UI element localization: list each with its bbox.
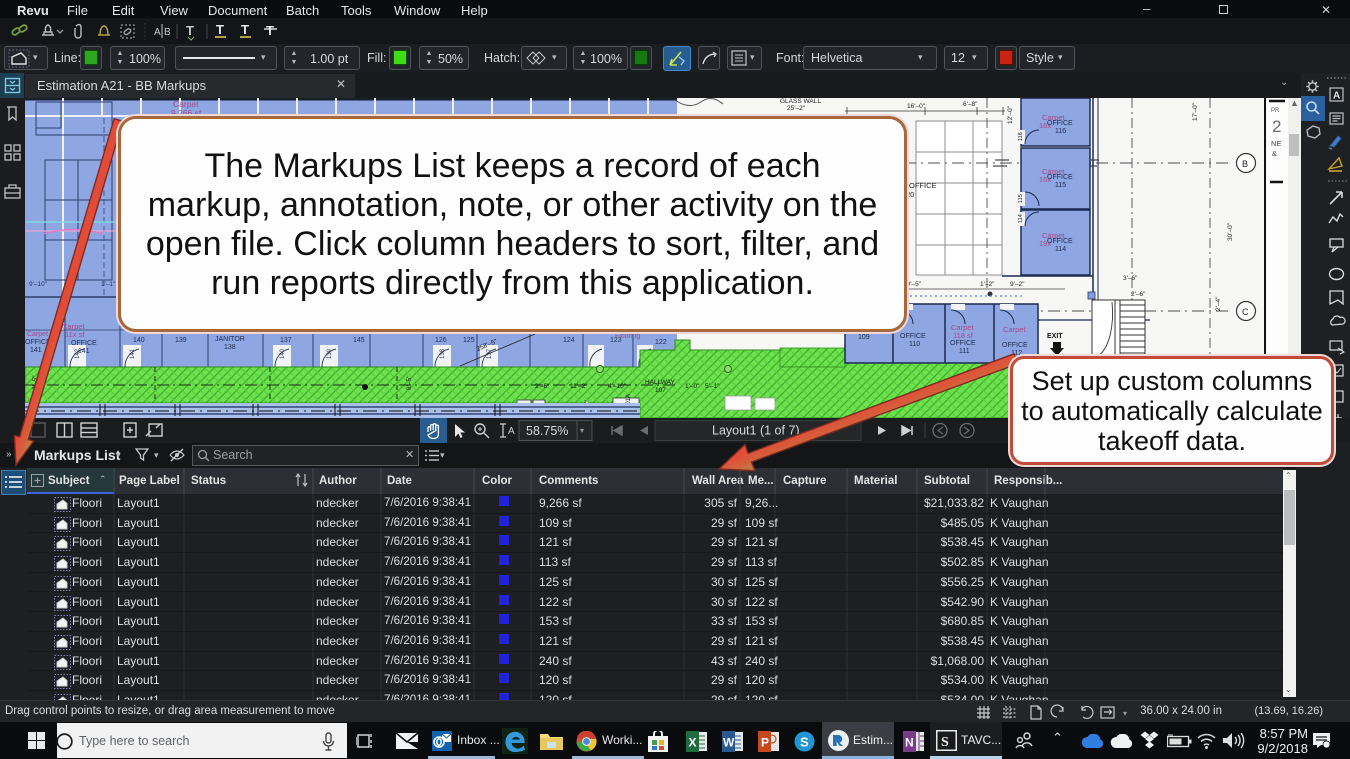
svg-text:OFFICE: OFFICE	[1047, 174, 1073, 181]
svg-text:107: 107	[655, 387, 666, 394]
svg-text:A: A	[1333, 91, 1340, 102]
svg-text:JANITOR: JANITOR	[215, 336, 245, 343]
svg-text:8'–5": 8'–5"	[406, 375, 413, 390]
svg-text:111: 111	[959, 348, 970, 355]
svg-text:11'–2": 11'–2"	[570, 383, 588, 390]
svg-text:11x sf: 11x sf	[65, 330, 85, 339]
svg-text:12'–0": 12'–0"	[1007, 105, 1014, 124]
svg-text:T: T	[241, 22, 249, 37]
svg-text:W: W	[723, 736, 735, 750]
svg-text:A: A	[154, 27, 161, 38]
svg-text:HALLWAY: HALLWAY	[645, 379, 676, 386]
svg-text:1'–1": 1'–1"	[101, 281, 116, 288]
svg-text:115: 115	[1055, 182, 1066, 189]
svg-text:5'–1": 5'–1"	[705, 383, 720, 390]
svg-text:4'–10": 4'–10"	[608, 383, 627, 390]
svg-text:139: 139	[175, 337, 187, 344]
svg-text:138: 138	[440, 348, 446, 359]
svg-text:Carpet: Carpet	[1003, 325, 1026, 334]
svg-text:S: S	[941, 735, 949, 750]
svg-text:PR: PR	[1271, 108, 1280, 114]
svg-text:3'–6": 3'–6"	[1123, 275, 1138, 282]
svg-text:C: C	[1242, 307, 1249, 317]
svg-text:8'–5": 8'–5"	[32, 375, 39, 390]
svg-text:T: T	[266, 23, 274, 38]
svg-text:OFFICE: OFFICE	[900, 333, 926, 340]
svg-text:S: S	[800, 735, 809, 750]
svg-text:116: 116	[1018, 132, 1024, 141]
svg-text:EXIT: EXIT	[1047, 333, 1063, 340]
svg-text:T: T	[216, 22, 224, 37]
svg-text:115: 115	[1018, 194, 1024, 203]
svg-text:116: 116	[1055, 128, 1066, 135]
svg-text:126: 126	[435, 337, 447, 344]
svg-text:30'–0": 30'–0"	[1227, 222, 1234, 241]
svg-text:OFFICE: OFFICE	[1047, 120, 1073, 127]
svg-text:NE: NE	[1271, 139, 1281, 148]
svg-text:X: X	[689, 736, 697, 750]
svg-text:118 sf: 118 sf	[953, 331, 974, 340]
svg-text:Flooring: Flooring	[615, 333, 640, 340]
svg-text:OFFICE: OFFICE	[25, 339, 51, 346]
svg-text:2: 2	[1272, 117, 1281, 136]
svg-text:OFFICE: OFFICE	[71, 340, 97, 347]
svg-text:58.75%: 58.75%	[526, 424, 568, 438]
svg-text:▾: ▾	[580, 426, 584, 435]
svg-text:17'–0": 17'–0"	[1192, 102, 1199, 121]
svg-text:20: 20	[906, 190, 914, 199]
svg-text:A: A	[508, 426, 515, 437]
svg-text:141: 141	[78, 348, 90, 355]
svg-text:140: 140	[133, 337, 145, 344]
svg-text:OFFICE: OFFICE	[1002, 342, 1028, 349]
svg-text:2'–6": 2'–6"	[1131, 291, 1146, 298]
svg-text:145: 145	[353, 337, 365, 344]
svg-text:140: 140	[280, 348, 286, 359]
svg-text:1'–2": 1'–2"	[980, 281, 995, 288]
svg-text:110: 110	[909, 341, 920, 348]
svg-text:16'–0": 16'–0"	[907, 103, 926, 110]
svg-text:Carpet: Carpet	[27, 331, 48, 338]
svg-text:Layout1 (1 of 7): Layout1 (1 of 7)	[712, 424, 800, 438]
svg-text:T: T	[186, 23, 194, 38]
svg-text:2'–4": 2'–4"	[1215, 296, 1222, 311]
svg-text:114: 114	[1018, 214, 1024, 223]
svg-text:OFFICE: OFFICE	[909, 181, 937, 190]
svg-text:▾: ▾	[1123, 709, 1127, 718]
svg-text:2'–6": 2'–6"	[535, 383, 550, 390]
svg-text:1'–0": 1'–0"	[685, 383, 700, 390]
svg-text:OFFICE: OFFICE	[950, 340, 976, 347]
svg-text:P: P	[761, 736, 769, 750]
svg-text:&: &	[1272, 149, 1277, 158]
svg-text:141: 141	[30, 347, 42, 354]
svg-text:125: 125	[463, 337, 475, 344]
svg-text:B: B	[1242, 159, 1248, 169]
svg-text:138: 138	[224, 344, 236, 351]
svg-text:109: 109	[858, 334, 870, 341]
svg-text:9'–10": 9'–10"	[29, 281, 48, 288]
svg-text:137: 137	[280, 337, 292, 344]
svg-text:OFFICE: OFFICE	[1047, 238, 1073, 245]
svg-text:B: B	[164, 27, 171, 38]
svg-text:124: 124	[563, 337, 575, 344]
svg-text:139: 139	[327, 348, 333, 359]
svg-text:25'–2": 25'–2"	[787, 105, 806, 112]
svg-text:N: N	[905, 736, 914, 750]
svg-text:9'–2": 9'–2"	[1010, 281, 1025, 288]
svg-text:6'–8": 6'–8"	[963, 101, 978, 108]
svg-text:GLASS WALL: GLASS WALL	[780, 98, 821, 105]
svg-text:122: 122	[655, 339, 667, 346]
svg-text:114: 114	[1055, 246, 1066, 253]
svg-text:141: 141	[130, 348, 136, 359]
